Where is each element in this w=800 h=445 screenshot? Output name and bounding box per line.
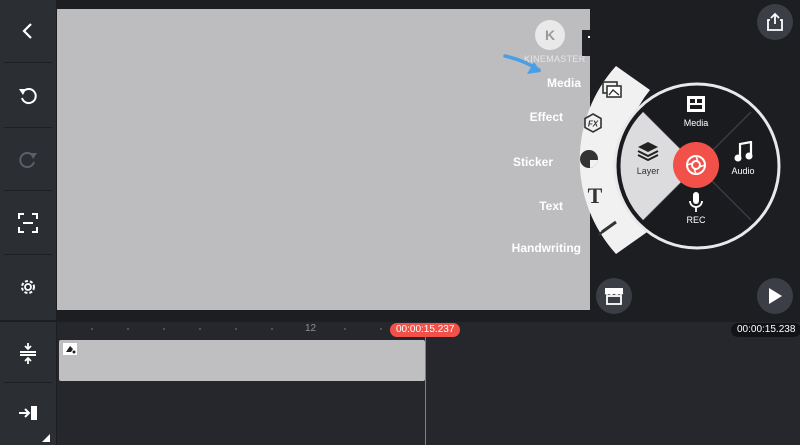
kinemaster-logo: K [535,20,565,50]
playhead-time: 00:00:15.237 [390,323,461,337]
layers-icon [637,142,659,161]
asset-store-button[interactable] [596,278,632,314]
menu-item-text[interactable]: Text [463,199,563,213]
hub-rec-button[interactable]: REC [671,190,721,230]
capture-record-button[interactable] [673,142,719,188]
menu-item-handwriting[interactable]: Handwriting [481,241,581,255]
screen-capture-icon [18,213,38,233]
text-icon[interactable]: T [586,183,604,209]
hub-media-label: Media [683,118,709,128]
redo-button[interactable] [4,130,52,188]
timeline[interactable]: 12 00:00:15.237 00:00:15.238 [57,322,800,445]
menu-item-media[interactable]: Media [481,76,581,90]
expand-tracks-icon [20,343,36,364]
back-arrow-icon [22,23,32,39]
arrow-to-end-icon [19,406,37,420]
back-button[interactable] [4,2,52,60]
export-button[interactable] [757,4,793,40]
jump-to-end-button[interactable] [4,388,52,438]
undo-icon [19,88,37,105]
film-icon [687,96,705,112]
timeline-toolbar [0,322,56,445]
redo-icon [19,152,37,169]
store-icon [604,288,624,305]
left-toolbar [0,0,56,320]
undo-button[interactable] [4,66,52,124]
menu-item-effect[interactable]: Effect [463,110,563,124]
corner-triangle-icon [42,434,50,442]
clip-paint-icon [63,343,77,355]
menu-item-sticker[interactable]: Sticker [453,155,553,169]
capture-button[interactable] [4,194,52,252]
hub-layer-label: Layer [636,166,660,176]
timeline-expand-button[interactable] [4,328,52,378]
music-note-icon [734,141,753,162]
gear-icon [21,280,35,294]
total-time: 00:00:15.238 [731,323,800,337]
playhead[interactable] [425,336,426,445]
hub-media-button[interactable]: Media [671,92,721,132]
svg-text:FX: FX [588,120,599,129]
hub-audio-label: Audio [731,166,755,176]
timeline-clip[interactable] [59,340,425,381]
microphone-icon [689,192,703,212]
fx-icon[interactable]: FX [583,113,603,133]
sticker-icon[interactable] [578,148,600,170]
hub-rec-label: REC [686,215,706,225]
hub-layer-button[interactable]: Layer [622,138,674,180]
hub-audio-button[interactable]: Audio [718,140,768,180]
aperture-icon [686,155,706,175]
play-icon [769,288,782,304]
share-icon [767,12,783,31]
play-button[interactable] [757,278,793,314]
ruler-mark: 12 [305,323,317,334]
settings-button[interactable] [4,258,52,316]
